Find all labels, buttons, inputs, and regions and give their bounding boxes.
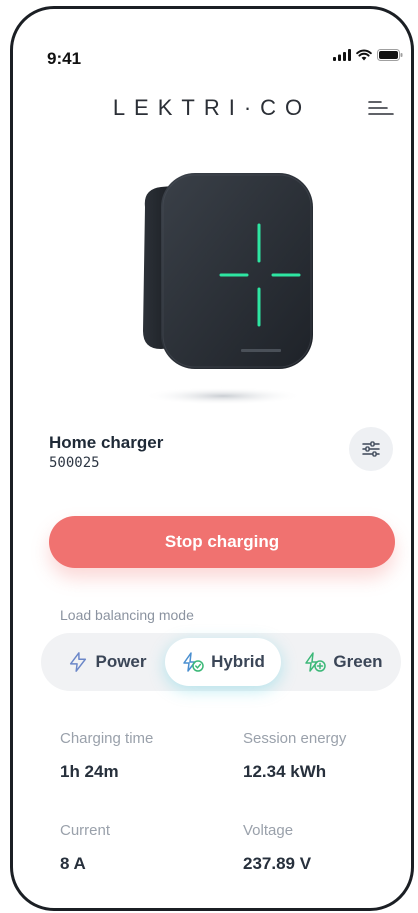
leaf-icon: [305, 652, 327, 672]
voltage-label: Voltage: [243, 822, 294, 839]
status-time: 9:41: [47, 49, 82, 68]
load-balancing-label: Load balancing mode: [60, 607, 194, 623]
mode-green-label: Green: [333, 652, 383, 671]
charger-settings-button[interactable]: [349, 427, 393, 471]
session-energy-value: 12.34 kWh: [243, 762, 327, 781]
charging-time-label: Charging time: [60, 730, 154, 747]
status-bar: 9:41: [13, 9, 411, 69]
mode-green-option[interactable]: Green: [291, 638, 395, 686]
mode-hybrid-option[interactable]: Hybrid: [165, 638, 281, 686]
mode-power-label: Power: [95, 652, 147, 671]
battery-icon: [377, 49, 403, 61]
mode-power-option[interactable]: Power: [55, 638, 159, 686]
load-balancing-mode-switch: Power Hybrid Green: [41, 633, 401, 691]
wifi-icon: [356, 49, 372, 61]
phone-frame: 9:41 LEKTRI·CO Home charger 500025 Stop …: [10, 6, 414, 911]
mode-hybrid-label: Hybrid: [211, 652, 265, 671]
current-value: 8 A: [60, 854, 86, 873]
menu-button[interactable]: [367, 99, 395, 117]
brand-logo: LEKTRI·CO: [112, 95, 312, 120]
charging-time-value: 1h 24m: [60, 762, 119, 781]
session-energy-label: Session energy: [243, 730, 347, 747]
stop-charging-button[interactable]: Stop charging: [49, 516, 395, 568]
status-icons: [333, 49, 403, 61]
current-label: Current: [60, 822, 111, 839]
sliders-icon: [362, 441, 380, 457]
charger-image: [143, 173, 313, 405]
cellular-signal-icon: [333, 49, 351, 61]
hybrid-leaf-icon: [183, 652, 204, 672]
charger-serial: 500025: [49, 455, 100, 471]
lightning-outline-icon: [70, 652, 87, 672]
menu-icon: [368, 101, 394, 115]
voltage-value: 237.89 V: [243, 854, 312, 873]
charger-name: Home charger: [49, 433, 164, 452]
